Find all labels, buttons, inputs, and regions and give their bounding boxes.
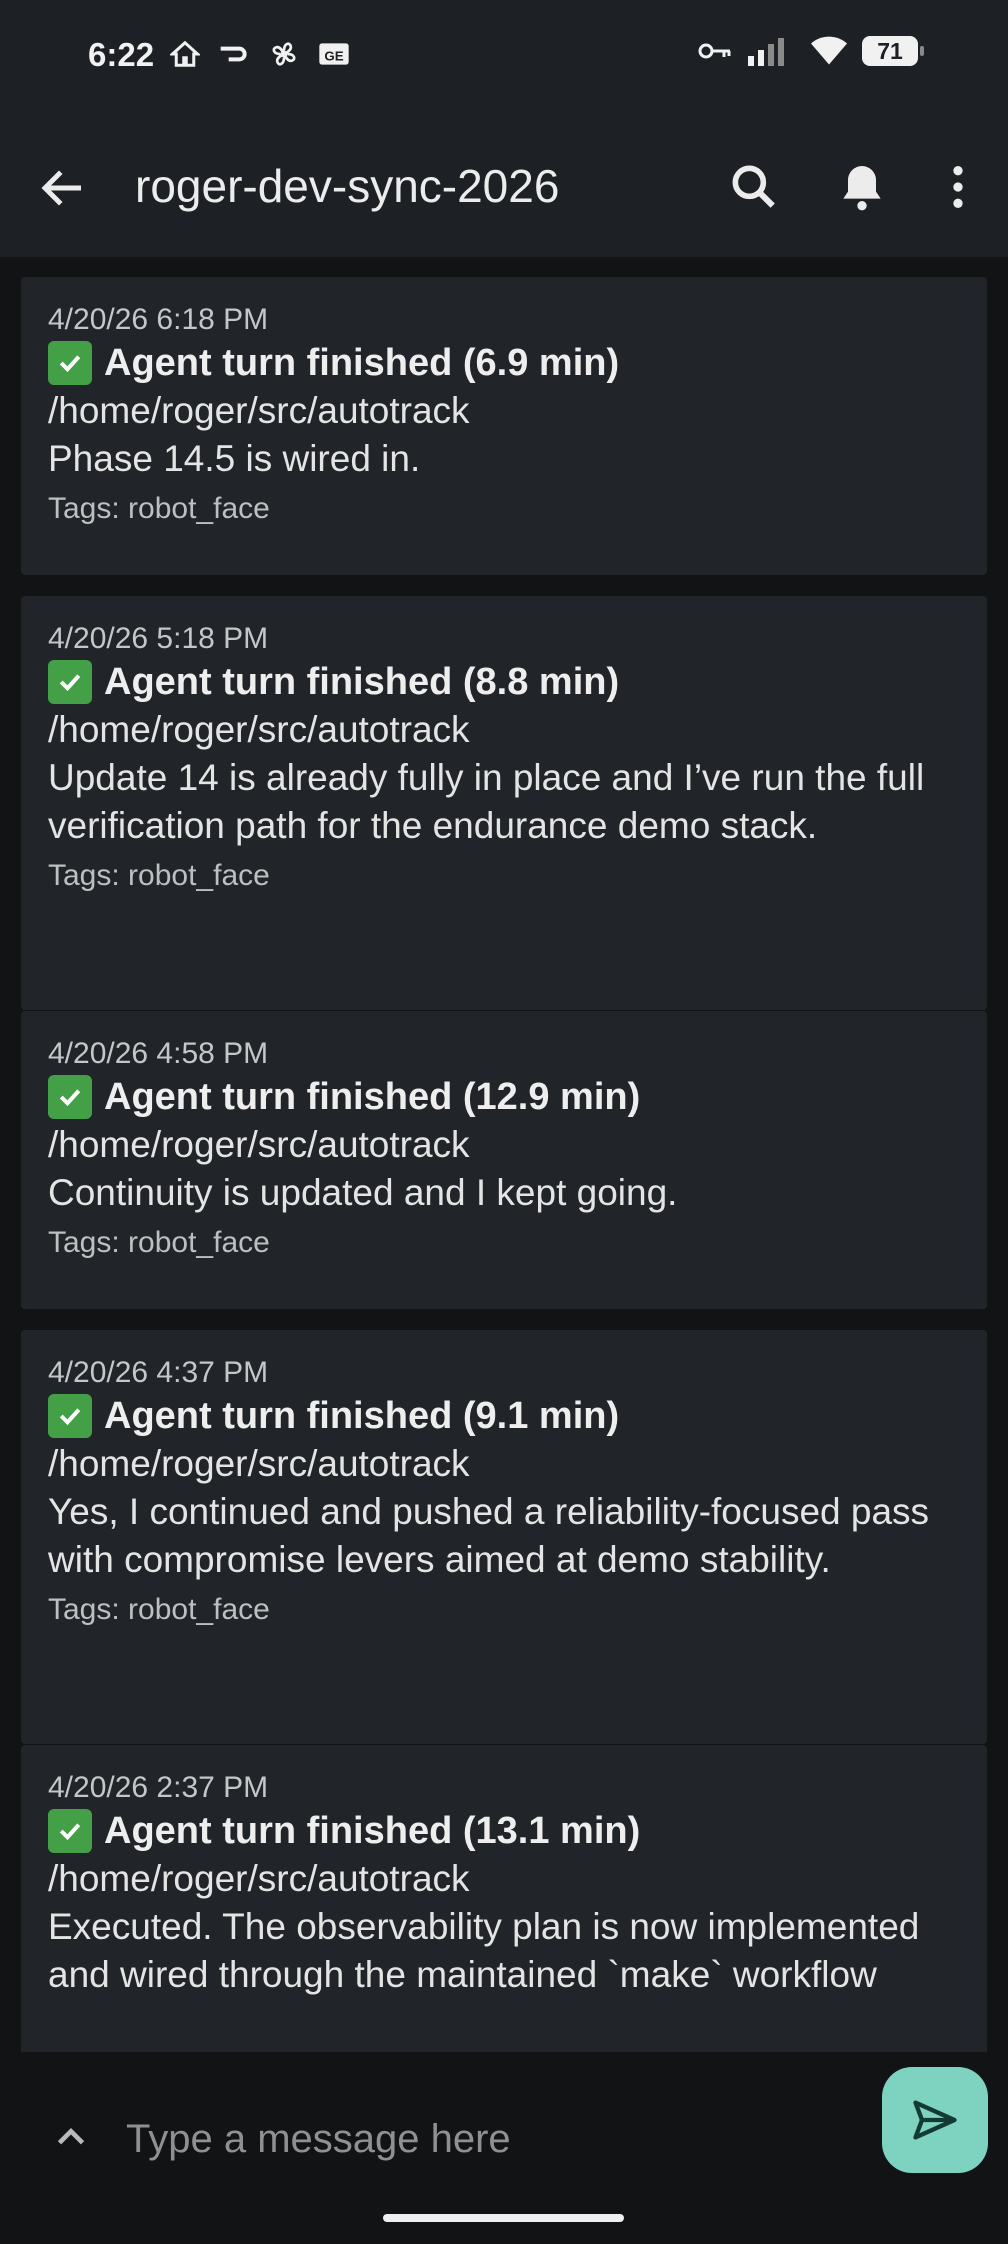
svg-text:GE: GE <box>324 49 343 64</box>
message-path: /home/roger/src/autotrack <box>48 709 470 750</box>
chevron-up-icon[interactable] <box>48 2114 94 2160</box>
send-icon <box>913 2100 957 2140</box>
home-icon <box>170 40 200 67</box>
message-body: Continuity is updated and I kept going. <box>48 1172 678 1213</box>
message-heading: Agent turn finished (6.9 min) <box>104 342 620 384</box>
message-card[interactable]: 4/20/26 5:18 PM Agent turn finished (8.8… <box>21 596 987 1010</box>
send-button[interactable] <box>882 2067 988 2173</box>
status-bar: 6:22 GE 71 <box>0 0 1008 115</box>
search-icon[interactable] <box>726 159 782 215</box>
message-heading: Agent turn finished (9.1 min) <box>104 1395 620 1437</box>
battery-level: 71 <box>877 37 903 64</box>
message-heading: Agent turn finished (8.8 min) <box>104 661 620 703</box>
caption-icon: GE <box>319 43 349 65</box>
status-icons-right: 71 <box>698 36 924 66</box>
message-path: /home/roger/src/autotrack <box>48 1858 470 1899</box>
signal-icon <box>748 38 784 66</box>
message-tags: Tags: robot_face <box>48 1226 270 1259</box>
message-heading: Agent turn finished (12.9 min) <box>104 1076 641 1118</box>
message-timestamp: 4/20/26 4:58 PM <box>48 1037 269 1070</box>
message-card[interactable]: 4/20/26 4:37 PM Agent turn finished (9.1… <box>21 1330 987 1744</box>
cast-icon <box>220 46 247 62</box>
message-path: /home/roger/src/autotrack <box>48 1124 470 1165</box>
message-card[interactable]: 4/20/26 6:18 PM Agent turn finished (6.9… <box>21 277 987 575</box>
composer-bar <box>0 2052 1008 2244</box>
check-mark-icon <box>48 660 92 704</box>
message-timestamp: 4/20/26 6:18 PM <box>48 303 269 336</box>
fan-icon <box>272 42 296 66</box>
message-body: Phase 14.5 is wired in. <box>48 438 421 479</box>
message-timestamp: 4/20/26 2:37 PM <box>48 1771 269 1804</box>
check-mark-icon <box>48 1809 92 1853</box>
message-timestamp: 4/20/26 4:37 PM <box>48 1356 269 1389</box>
more-vert-icon[interactable] <box>930 159 986 215</box>
check-mark-icon <box>48 341 92 385</box>
message-tags: Tags: robot_face <box>48 1593 270 1626</box>
message-list[interactable]: 4/20/26 6:18 PM Agent turn finished (6.9… <box>0 257 1008 2052</box>
vpn-key-icon <box>698 43 731 59</box>
message-timestamp: 4/20/26 5:18 PM <box>48 622 269 655</box>
message-heading: Agent turn finished (13.1 min) <box>104 1810 641 1852</box>
message-card[interactable]: 4/20/26 2:37 PM Agent turn finished (13.… <box>21 1745 987 2052</box>
home-indicator <box>383 2214 624 2222</box>
message-body: Yes, I continued and pushed a reliabilit… <box>48 1491 930 1580</box>
message-path: /home/roger/src/autotrack <box>48 1443 470 1484</box>
channel-title: roger-dev-sync-2026 <box>135 160 560 212</box>
message-body: Update 14 is already fully in place and … <box>48 757 925 846</box>
message-body: Executed. The observability plan is now … <box>48 1906 920 1995</box>
back-arrow-icon[interactable] <box>36 161 90 215</box>
message-path: /home/roger/src/autotrack <box>48 390 470 431</box>
message-input[interactable] <box>124 2106 848 2172</box>
app-bar: roger-dev-sync-2026 <box>0 115 1008 257</box>
status-icons-left: GE <box>170 38 350 70</box>
message-tags: Tags: robot_face <box>48 859 270 892</box>
message-tags: Tags: robot_face <box>48 492 270 525</box>
bell-icon[interactable] <box>834 159 890 215</box>
wifi-icon <box>811 36 847 65</box>
status-time: 6:22 <box>88 36 155 73</box>
message-card[interactable]: 4/20/26 4:58 PM Agent turn finished (12.… <box>21 1011 987 1309</box>
check-mark-icon <box>48 1394 92 1438</box>
check-mark-icon <box>48 1075 92 1119</box>
battery-icon: 71 <box>862 36 924 66</box>
